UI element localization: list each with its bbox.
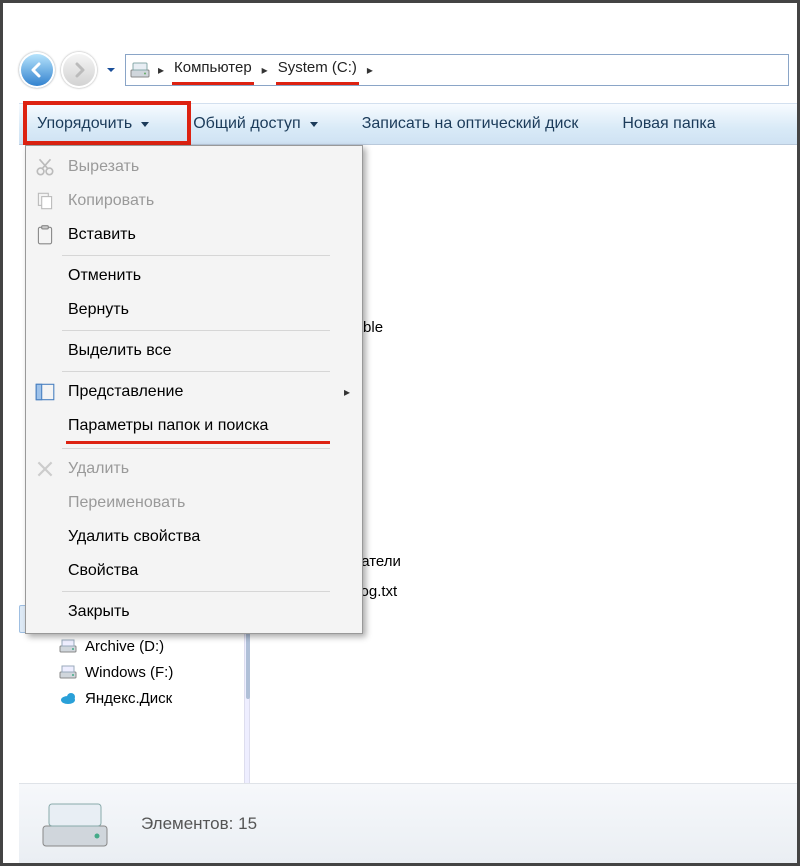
menu-label: Свойства — [68, 562, 138, 580]
caret-down-icon — [141, 122, 149, 127]
menu-redo[interactable]: Вернуть — [28, 293, 360, 327]
delete-icon — [34, 458, 56, 480]
menu-close[interactable]: Закрыть — [28, 595, 360, 629]
menu-label: Переименовать — [68, 494, 185, 512]
layout-icon — [34, 381, 56, 403]
share-label: Общий доступ — [193, 115, 301, 133]
breadcrumb-system-c[interactable]: System (C:) — [276, 55, 359, 85]
chevron-right-icon: ▸ — [258, 63, 272, 77]
menu-label: Отменить — [68, 267, 141, 285]
tree-label: Яндекс.Диск — [85, 690, 172, 707]
menu-delete[interactable]: Удалить — [28, 452, 360, 486]
status-text: Элементов: 15 — [141, 814, 257, 834]
menu-label: Вырезать — [68, 158, 139, 176]
menu-label: Удалить — [68, 460, 129, 478]
menu-remove-properties[interactable]: Удалить свойства — [28, 520, 360, 554]
copy-icon — [34, 190, 56, 212]
toolbar: Упорядочить Общий доступ Записать на опт… — [19, 103, 797, 145]
share-button[interactable]: Общий доступ — [185, 111, 326, 137]
menu-folder-options[interactable]: Параметры папок и поиска — [28, 409, 360, 443]
menu-rename[interactable]: Переименовать — [28, 486, 360, 520]
drive-icon — [59, 663, 77, 681]
drive-icon — [39, 798, 111, 850]
menu-label: Закрыть — [68, 603, 130, 621]
new-folder-label: Новая папка — [622, 115, 715, 133]
breadcrumb[interactable]: ▸ Компьютер ▸ System (C:) ▸ — [125, 54, 789, 86]
burn-label: Записать на оптический диск — [362, 115, 579, 133]
back-button[interactable] — [19, 52, 55, 88]
breadcrumb-computer[interactable]: Компьютер — [172, 55, 254, 85]
paste-icon — [34, 224, 56, 246]
menu-layout[interactable]: Представление ▸ — [28, 375, 360, 409]
cloud-icon — [59, 689, 77, 707]
new-folder-button[interactable]: Новая папка — [614, 111, 723, 137]
status-bar: Элементов: 15 — [19, 783, 797, 863]
tree-label: Archive (D:) — [85, 638, 164, 655]
address-bar: ▸ Компьютер ▸ System (C:) ▸ — [19, 39, 789, 101]
menu-paste[interactable]: Вставить — [28, 218, 360, 252]
tree-windows-f[interactable]: Windows (F:) — [19, 659, 244, 685]
menu-label: Представление — [68, 383, 183, 401]
organize-label: Упорядочить — [37, 115, 132, 133]
forward-button[interactable] — [61, 52, 97, 88]
menu-label: Параметры папок и поиска — [68, 417, 268, 435]
nav-history-dropdown[interactable] — [103, 62, 119, 78]
drive-icon — [130, 61, 150, 79]
annotation-underline — [66, 441, 330, 444]
menu-undo[interactable]: Отменить — [28, 259, 360, 293]
burn-button[interactable]: Записать на оптический диск — [354, 111, 587, 137]
menu-cut[interactable]: Вырезать — [28, 150, 360, 184]
tree-archive-d[interactable]: Archive (D:) — [19, 633, 244, 659]
menu-copy[interactable]: Копировать — [28, 184, 360, 218]
menu-label: Вернуть — [68, 301, 129, 319]
chevron-right-icon: ▸ — [154, 63, 168, 77]
chevron-right-icon: ▸ — [363, 63, 377, 77]
menu-select-all[interactable]: Выделить все — [28, 334, 360, 368]
caret-down-icon — [310, 122, 318, 127]
drive-icon — [59, 637, 77, 655]
tree-label: Windows (F:) — [85, 664, 173, 681]
menu-label: Вставить — [68, 226, 136, 244]
menu-label: Копировать — [68, 192, 154, 210]
organize-menu: Вырезать Копировать Вставить Отменить Ве… — [25, 145, 363, 634]
menu-properties[interactable]: Свойства — [28, 554, 360, 588]
menu-label: Выделить все — [68, 342, 171, 360]
tree-yandex-disk[interactable]: Яндекс.Диск — [19, 685, 244, 711]
chevron-right-icon: ▸ — [344, 385, 350, 399]
menu-label: Удалить свойства — [68, 528, 200, 546]
scissors-icon — [34, 156, 56, 178]
organize-button[interactable]: Упорядочить — [29, 111, 157, 137]
